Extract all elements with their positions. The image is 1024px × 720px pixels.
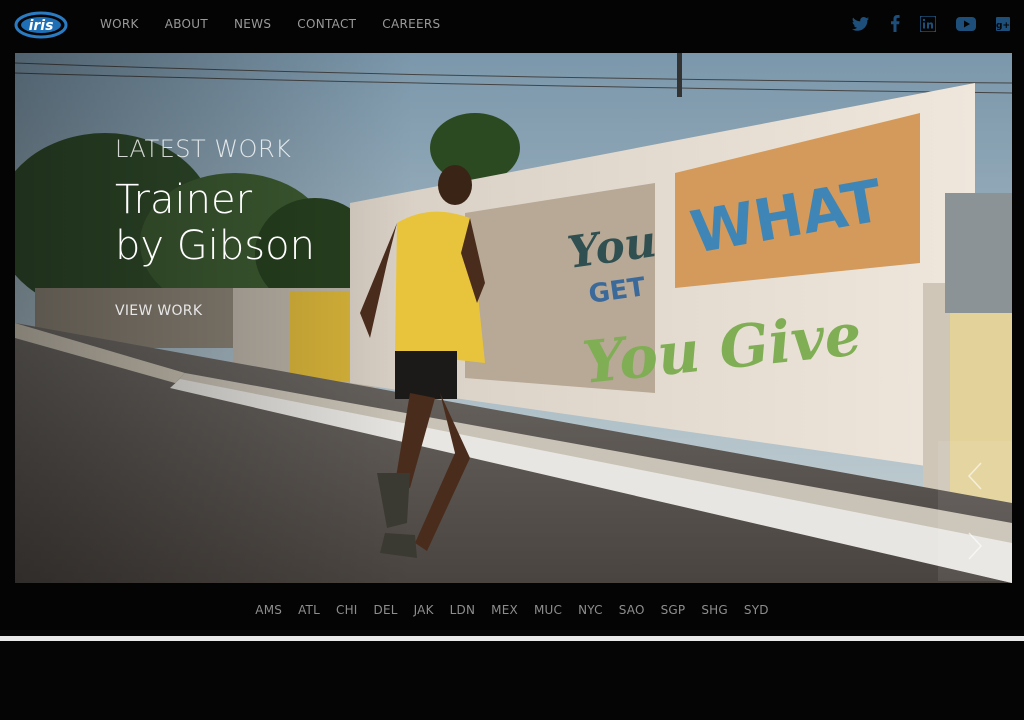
hero-headline-line1: Trainer <box>115 177 253 223</box>
office-link[interactable]: LDN <box>450 603 476 617</box>
hero-slider[interactable]: You GET WHAT You Give LATEST WORK Traine… <box>15 53 1012 583</box>
facebook-icon[interactable] <box>890 15 900 32</box>
google-plus-icon[interactable]: g+ <box>996 16 1010 32</box>
office-link[interactable]: ATL <box>298 603 320 617</box>
hero-headline-line2: by Gibson <box>115 223 315 269</box>
office-link[interactable]: SAO <box>619 603 645 617</box>
next-slide-button[interactable] <box>938 511 1012 581</box>
office-link[interactable]: MUC <box>534 603 562 617</box>
top-bar: iris WORK ABOUT NEWS CONTACT CAREERS g+ <box>0 0 1024 52</box>
main-nav: WORK ABOUT NEWS CONTACT CAREERS <box>100 17 466 31</box>
nav-careers[interactable]: CAREERS <box>382 17 440 31</box>
nav-news[interactable]: NEWS <box>234 17 271 31</box>
linkedin-icon[interactable] <box>920 15 936 32</box>
office-link[interactable]: JAK <box>414 603 434 617</box>
svg-text:g+: g+ <box>996 21 1010 31</box>
office-link[interactable]: NYC <box>578 603 603 617</box>
hero-caption: LATEST WORK Trainer by Gibson VIEW WORK <box>115 135 315 319</box>
twitter-icon[interactable] <box>852 16 870 32</box>
page-frame: iris WORK ABOUT NEWS CONTACT CAREERS g+ … <box>0 0 1024 636</box>
office-list: AMS ATL CHI DEL JAK LDN MEX MUC NYC SAO … <box>0 603 1024 617</box>
youtube-icon[interactable] <box>956 16 976 32</box>
chevron-left-icon <box>967 462 982 490</box>
previous-slide-button[interactable] <box>938 441 1012 511</box>
office-link[interactable]: CHI <box>336 603 358 617</box>
office-link[interactable]: SYD <box>744 603 769 617</box>
view-work-link[interactable]: VIEW WORK <box>115 303 202 319</box>
social-links: g+ <box>832 15 1010 32</box>
office-link[interactable]: AMS <box>255 603 282 617</box>
nav-contact[interactable]: CONTACT <box>297 17 356 31</box>
hero-headline: Trainer by Gibson <box>115 177 315 269</box>
office-link[interactable]: DEL <box>374 603 398 617</box>
office-link[interactable]: SGP <box>661 603 686 617</box>
nav-about[interactable]: ABOUT <box>165 17 208 31</box>
logo-text: iris <box>29 18 54 34</box>
lower-section <box>0 641 1024 720</box>
hero-kicker: LATEST WORK <box>115 135 292 163</box>
chevron-right-icon <box>968 532 983 560</box>
nav-work[interactable]: WORK <box>100 17 139 31</box>
office-link[interactable]: SHG <box>701 603 728 617</box>
office-link[interactable]: MEX <box>491 603 518 617</box>
iris-logo[interactable]: iris <box>14 10 68 40</box>
